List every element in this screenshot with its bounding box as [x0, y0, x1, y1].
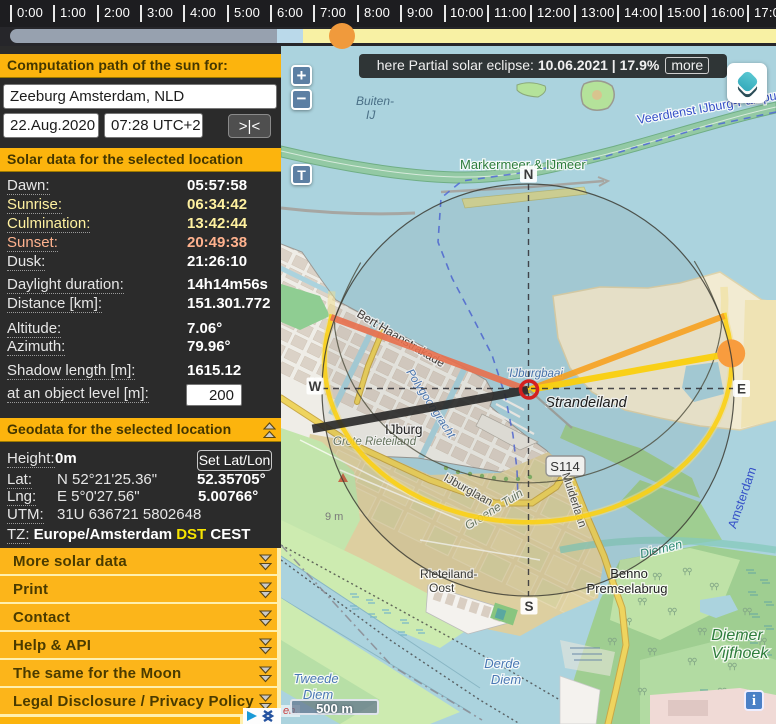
svg-text:S: S	[524, 599, 533, 614]
svg-text:N: N	[524, 167, 534, 182]
svg-text:Oost: Oost	[429, 581, 455, 595]
svg-text:IJ: IJ	[366, 108, 376, 122]
svg-text:Buiten-: Buiten-	[356, 94, 394, 108]
svg-text:Diem: Diem	[491, 672, 522, 687]
svg-text:E: E	[737, 382, 746, 397]
svg-text:9 m: 9 m	[325, 511, 343, 523]
svg-text:Vijfhoek: Vijfhoek	[712, 645, 770, 662]
svg-text:Derde: Derde	[484, 656, 519, 671]
svg-text:Diemer: Diemer	[711, 627, 763, 644]
svg-text:Tweede: Tweede	[293, 671, 338, 686]
svg-text:W: W	[309, 379, 322, 394]
